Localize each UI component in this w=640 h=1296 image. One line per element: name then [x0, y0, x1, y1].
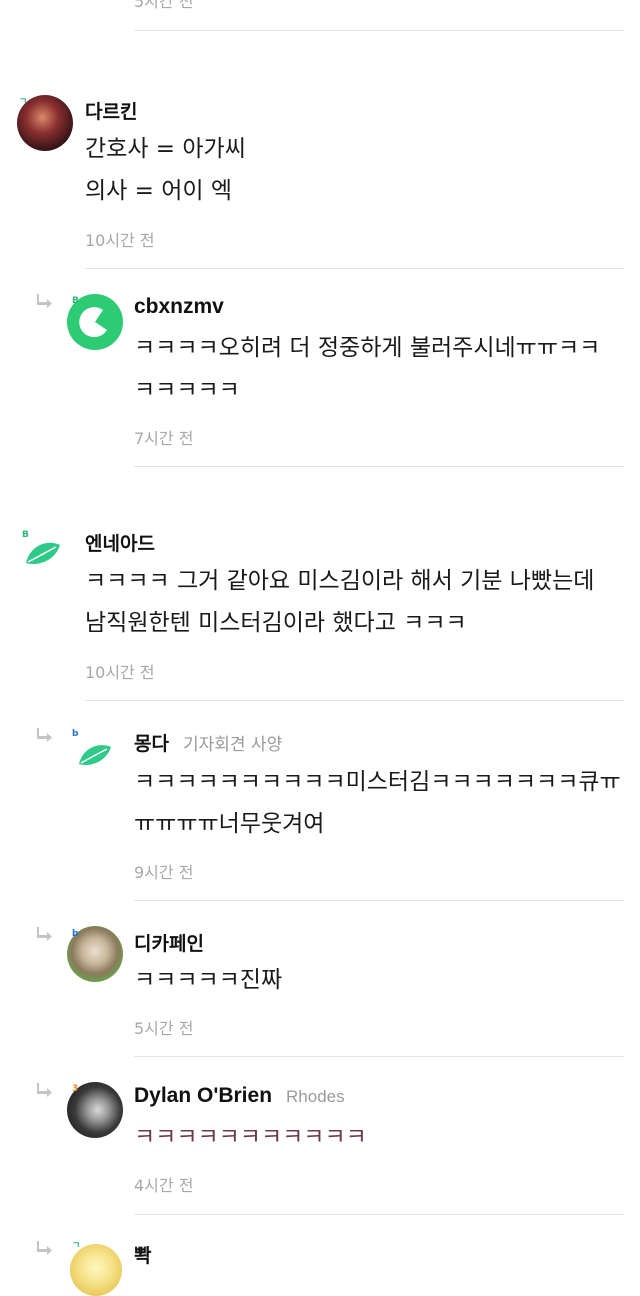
partial-comment-time: 5시간 전	[134, 0, 194, 11]
level-badge: b	[72, 929, 79, 939]
level-badge: 3	[72, 1084, 79, 1094]
comment-divider	[134, 30, 624, 31]
comment-nickname[interactable]: 몽다 기자회견 사양	[134, 729, 282, 756]
comment-nickname[interactable]: 디카페인	[134, 929, 204, 956]
comment-text-line: ㅋㅋㅋㅋㅋ	[134, 377, 240, 403]
comment-divider	[134, 900, 624, 901]
comment-divider	[85, 700, 624, 701]
reply-arrow-icon	[37, 1241, 52, 1255]
level-badge: b	[72, 729, 79, 739]
comment-text-line: 의사 = 어이 엑	[85, 178, 233, 204]
comment-time: 10시간 전	[85, 663, 155, 682]
leaf-avatar-icon[interactable]	[76, 738, 116, 770]
comment-nickname[interactable]: cbxnzmv	[134, 295, 224, 319]
comment-nickname-text[interactable]: Dylan O'Brien	[134, 1084, 272, 1107]
comment-nickname[interactable]: 다르킨	[85, 97, 137, 124]
comment-time: 10시간 전	[85, 231, 155, 250]
reply-arrow-icon	[37, 1083, 52, 1097]
level-badge: ㄱ	[72, 1241, 81, 1251]
comment-text-line: ㅋㅋㅋㅋㅋ진짜	[134, 967, 283, 993]
comment-time: 4시간 전	[134, 1176, 194, 1195]
comment-nickname-text[interactable]: 몽다	[134, 733, 169, 755]
reply-arrow-icon	[37, 927, 52, 941]
level-badge: B	[72, 296, 79, 306]
comment-text-line: ㅋㅋㅋㅋ 그거 같아요 미스김이라 해서 기분 나빴는데	[85, 568, 595, 594]
comment-nickname[interactable]: 엔네아드	[85, 529, 155, 556]
comment-text-line: ㅋㅋㅋㅋㅋㅋㅋㅋㅋㅋㅋ	[134, 1124, 367, 1150]
comment-time: 5시간 전	[134, 1019, 194, 1038]
comment-divider	[134, 1214, 624, 1215]
comment-text-line: 남직원한텐 미스터김이라 했다고 ㅋㅋㅋ	[85, 610, 467, 636]
reply-arrow-icon	[37, 294, 52, 308]
comment-time: 7시간 전	[134, 429, 194, 448]
level-badge: ㄱ	[19, 97, 28, 107]
comment-text-line: ㅋㅋㅋㅋ오히려 더 정중하게 불러주시네ㅠㅠㅋㅋ	[134, 335, 601, 361]
comment-divider	[134, 466, 624, 467]
comment-nickname[interactable]: Dylan O'Brien Rhodes	[134, 1084, 345, 1108]
leaf-avatar-icon[interactable]	[22, 535, 66, 569]
comment-text-line: ㅋㅋㅋㅋㅋㅋㅋㅋㅋㅋ미스터김ㅋㅋㅋㅋㅋㅋㅋ큐ㅠ	[134, 769, 621, 795]
comment-text-line: 간호사 = 아가씨	[85, 136, 246, 162]
level-badge: B	[22, 530, 29, 540]
comment-divider	[134, 1056, 624, 1057]
reply-arrow-icon	[37, 728, 52, 742]
comment-time: 9시간 전	[134, 863, 194, 882]
comment-nickname[interactable]: 뽝	[134, 1241, 151, 1268]
comment-subtitle: Rhodes	[286, 1087, 345, 1106]
avatar[interactable]	[70, 1244, 122, 1296]
comment-subtitle: 기자회견 사양	[182, 735, 283, 755]
comment-text-line: ㅠㅠㅠㅠ너무웃겨여	[134, 811, 325, 837]
comment-divider	[85, 268, 624, 269]
